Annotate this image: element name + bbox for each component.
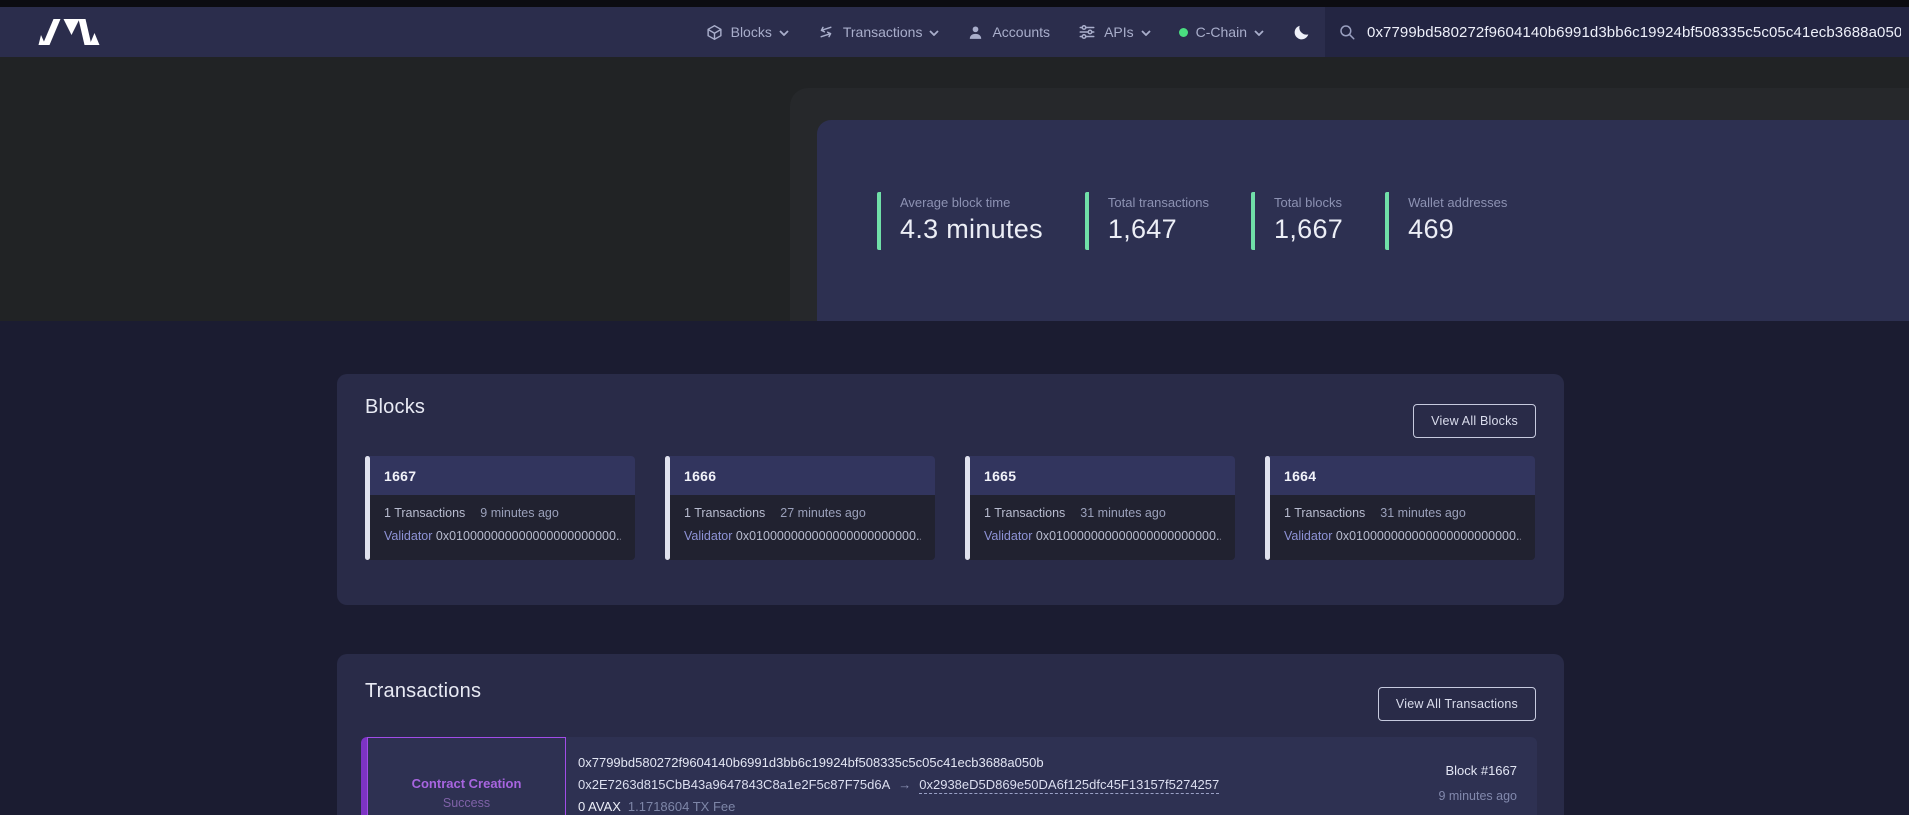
main-nav: Blocks Transactions Accounts — [706, 23, 1311, 42]
tx-hash-link[interactable]: 0x7799bd580272f9604140b6991d3bb6c19924bf… — [578, 752, 1219, 774]
validator-address: 0x010000000000000000000000... — [1336, 529, 1521, 543]
block-card[interactable]: 1666 1 Transactions 27 minutes ago Valid… — [665, 456, 935, 560]
person-icon — [967, 24, 984, 41]
top-strip — [0, 0, 1909, 7]
theme-toggle-button[interactable] — [1292, 23, 1311, 42]
block-card[interactable]: 1665 1 Transactions 31 minutes ago Valid… — [965, 456, 1235, 560]
block-tx-count: 1 Transactions — [384, 506, 465, 520]
validator-label: Validator — [984, 529, 1032, 543]
block-number: 1666 — [665, 456, 935, 495]
stat-total-blocks: Total blocks 1,667 — [1251, 192, 1343, 250]
swap-arrows-icon — [817, 23, 835, 41]
tx-type-box: Contract Creation Success — [367, 737, 566, 815]
transactions-section-title: Transactions — [365, 680, 481, 703]
stat-value: 1,647 — [1108, 214, 1209, 245]
nav-item-blocks[interactable]: Blocks — [706, 24, 789, 41]
tx-block-link[interactable]: Block #1667 — [1438, 763, 1517, 778]
validator-label: Validator — [1284, 529, 1332, 543]
transaction-row[interactable]: Contract Creation Success 0x7799bd580272… — [361, 737, 1537, 815]
tx-details: 0x7799bd580272f9604140b6991d3bb6c19924bf… — [578, 752, 1219, 815]
stat-wallet-addresses: Wallet addresses 469 — [1385, 192, 1507, 250]
view-all-blocks-button[interactable]: View All Blocks — [1413, 404, 1536, 438]
blocks-section: Blocks View All Blocks 1667 1 Transactio… — [337, 374, 1564, 605]
stat-label: Average block time — [900, 195, 1043, 210]
block-card[interactable]: 1664 1 Transactions 31 minutes ago Valid… — [1265, 456, 1535, 560]
block-tx-count: 1 Transactions — [684, 506, 765, 520]
stat-average-block-time: Average block time 4.3 minutes — [877, 192, 1043, 250]
cube-icon — [706, 24, 723, 41]
search-icon — [1338, 23, 1356, 41]
nav-label: Transactions — [843, 24, 923, 40]
chevron-down-icon — [779, 30, 789, 36]
tx-time-ago: 9 minutes ago — [1438, 789, 1517, 803]
nav-label: C-Chain — [1196, 24, 1247, 40]
moon-icon — [1292, 23, 1311, 42]
stat-label: Total blocks — [1274, 195, 1343, 210]
block-number: 1665 — [965, 456, 1235, 495]
block-number: 1664 — [1265, 456, 1535, 495]
block-time-ago: 9 minutes ago — [480, 506, 559, 520]
block-tx-count: 1 Transactions — [984, 506, 1065, 520]
tx-to-address-link[interactable]: 0x2938eD5D869e50DA6f125dfc45F13157f52742… — [919, 777, 1219, 794]
block-card-list: 1667 1 Transactions 9 minutes ago Valida… — [365, 456, 1535, 560]
avalanche-logo[interactable] — [38, 16, 103, 48]
validator-address: 0x010000000000000000000000... — [736, 529, 921, 543]
search-bar[interactable]: 0x7799bd580272f9604140b6991d3bb6c19924bf… — [1325, 7, 1909, 57]
validator-label: Validator — [684, 529, 732, 543]
nav-label: Blocks — [731, 24, 772, 40]
block-number: 1667 — [365, 456, 635, 495]
block-time-ago: 31 minutes ago — [1080, 506, 1165, 520]
nav-item-apis[interactable]: APIs — [1078, 23, 1151, 41]
block-tx-count: 1 Transactions — [1284, 506, 1365, 520]
navbar: Blocks Transactions Accounts — [0, 7, 1909, 57]
transactions-section: Transactions View All Transactions Contr… — [337, 654, 1564, 815]
chevron-down-icon — [929, 30, 939, 36]
nav-label: Accounts — [992, 24, 1050, 40]
block-card-body: 1 Transactions 9 minutes ago Validator 0… — [365, 495, 635, 560]
tx-type: Contract Creation — [412, 776, 522, 791]
block-card[interactable]: 1667 1 Transactions 9 minutes ago Valida… — [365, 456, 635, 560]
nav-label: APIs — [1104, 24, 1134, 40]
tx-from-address[interactable]: 0x2E7263d815CbB43a9647843C8a1e2F5c87F75d… — [578, 777, 890, 792]
sliders-icon — [1078, 23, 1096, 41]
stat-value: 4.3 minutes — [900, 214, 1043, 245]
chevron-down-icon — [1254, 30, 1264, 36]
block-card-body: 1 Transactions 31 minutes ago Validator … — [1265, 495, 1535, 560]
stat-label: Wallet addresses — [1408, 195, 1507, 210]
tx-amount: 0 AVAX — [578, 799, 621, 814]
validator-address: 0x010000000000000000000000... — [436, 529, 621, 543]
tx-status-badge: Success — [443, 796, 490, 810]
block-card-body: 1 Transactions 31 minutes ago Validator … — [965, 495, 1235, 560]
block-time-ago: 27 minutes ago — [780, 506, 865, 520]
stat-value: 1,667 — [1274, 214, 1343, 245]
nav-item-transactions[interactable]: Transactions — [817, 23, 940, 41]
stat-total-transactions: Total transactions 1,647 — [1085, 192, 1209, 250]
search-input[interactable]: 0x7799bd580272f9604140b6991d3bb6c19924bf… — [1367, 23, 1901, 41]
view-all-transactions-button[interactable]: View All Transactions — [1378, 687, 1536, 721]
chevron-down-icon — [1141, 30, 1151, 36]
stat-value: 469 — [1408, 214, 1507, 245]
tx-fee: 1.1718604 TX Fee — [628, 799, 735, 814]
tx-meta: Block #1667 9 minutes ago — [1438, 763, 1517, 803]
hero-section: Average block time 4.3 minutes Total tra… — [0, 57, 1909, 321]
nav-item-chain-selector[interactable]: C-Chain — [1179, 24, 1264, 40]
validator-address: 0x010000000000000000000000... — [1036, 529, 1221, 543]
blocks-section-title: Blocks — [365, 396, 425, 419]
block-time-ago: 31 minutes ago — [1380, 506, 1465, 520]
nav-item-accounts[interactable]: Accounts — [967, 24, 1050, 41]
validator-label: Validator — [384, 529, 432, 543]
block-card-body: 1 Transactions 27 minutes ago Validator … — [665, 495, 935, 560]
avalanche-logo-icon — [38, 16, 103, 48]
explorer-page: Blocks Transactions Accounts — [0, 0, 1909, 815]
stats-panel: Average block time 4.3 minutes Total tra… — [817, 120, 1909, 321]
chain-status-dot-icon — [1179, 28, 1188, 37]
arrow-right-icon: → — [898, 777, 911, 792]
stat-label: Total transactions — [1108, 195, 1209, 210]
